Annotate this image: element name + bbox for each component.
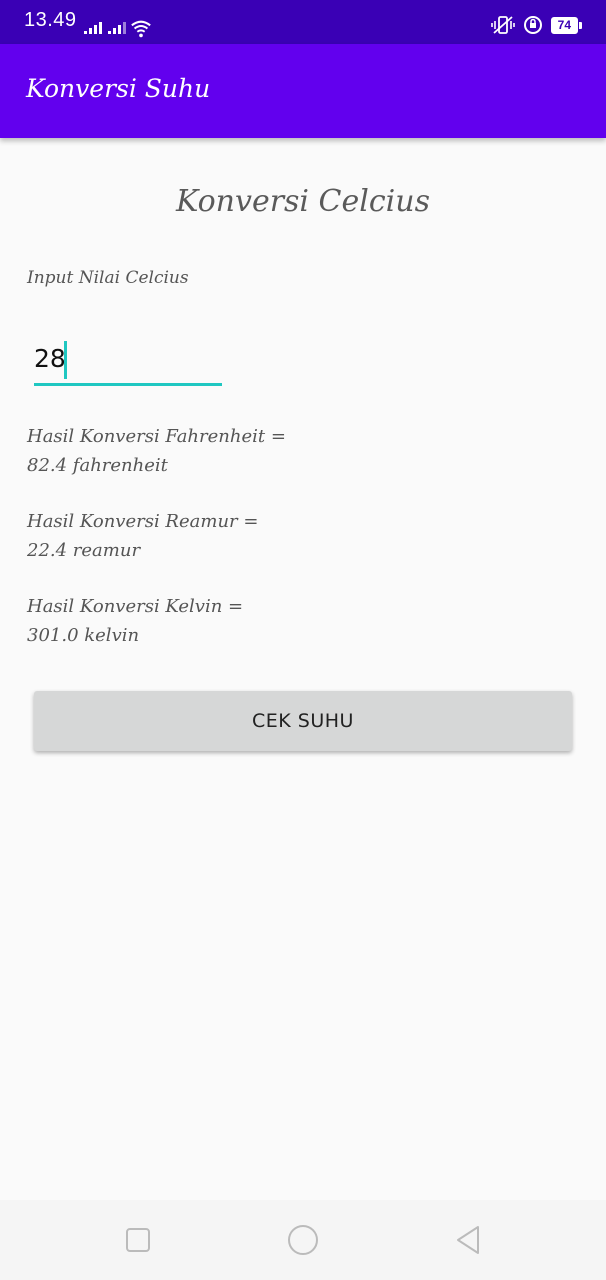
- recents-button[interactable]: [120, 1222, 156, 1258]
- wifi-icon: [131, 20, 151, 38]
- battery-level: 74: [550, 16, 578, 34]
- fahrenheit-result: Hasil Konversi Fahrenheit = 82.4 fahrenh…: [27, 422, 286, 480]
- vibrate-icon: [490, 16, 515, 34]
- page-title: Konversi Celcius: [176, 184, 430, 219]
- home-button[interactable]: [285, 1222, 321, 1258]
- back-button[interactable]: [450, 1222, 486, 1258]
- reamur-result-value: 22.4 reamur: [27, 540, 141, 561]
- text-cursor: [64, 341, 67, 379]
- fahrenheit-result-label: Hasil Konversi Fahrenheit =: [27, 426, 286, 447]
- recents-icon: [126, 1228, 150, 1252]
- battery-icon: 74: [550, 16, 582, 34]
- celcius-input-label: Input Nilai Celcius: [27, 268, 189, 288]
- kelvin-result-label: Hasil Konversi Kelvin =: [27, 596, 244, 617]
- app-bar: Konversi Suhu: [0, 44, 606, 138]
- reamur-result-label: Hasil Konversi Reamur =: [27, 511, 259, 532]
- back-icon: [457, 1226, 479, 1254]
- app-title: Konversi Suhu: [26, 74, 211, 103]
- fahrenheit-result-value: 82.4 fahrenheit: [27, 455, 168, 476]
- alarm-icon: [523, 16, 542, 34]
- navigation-bar: [0, 1200, 606, 1280]
- signal-icon: [84, 22, 102, 34]
- reamur-result: Hasil Konversi Reamur = 22.4 reamur: [27, 507, 258, 565]
- status-time: 13.49: [24, 9, 77, 31]
- celcius-input[interactable]: [34, 334, 222, 386]
- cek-suhu-button[interactable]: CEK SUHU: [34, 691, 572, 751]
- status-bar: 13.49 74: [0, 0, 606, 44]
- kelvin-result-value: 301.0 kelvin: [27, 625, 140, 646]
- kelvin-result: Hasil Konversi Kelvin = 301.0 kelvin: [27, 592, 243, 650]
- home-icon: [288, 1225, 318, 1255]
- signal-icon-2: [108, 22, 126, 34]
